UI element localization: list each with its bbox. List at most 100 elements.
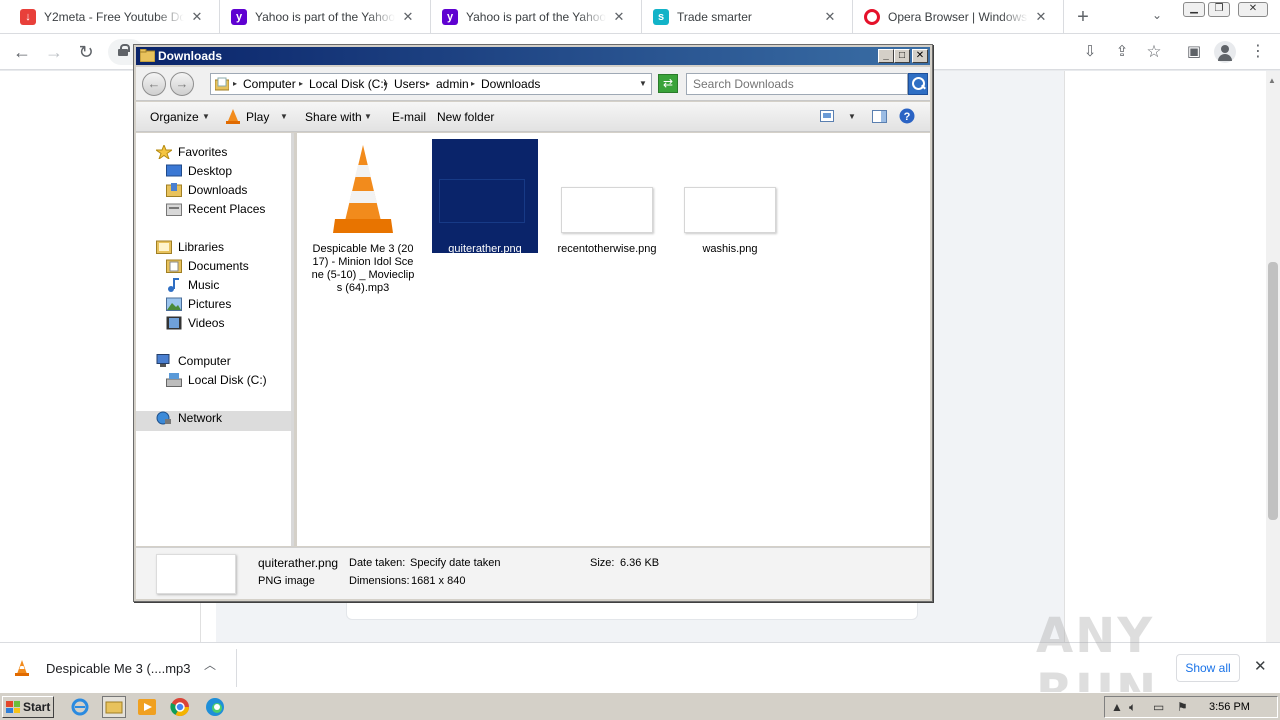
side-panel-icon[interactable]: ▣ bbox=[1182, 40, 1206, 64]
dropdown-arrow-icon[interactable]: ▼ bbox=[280, 112, 288, 121]
forward-nav-button[interactable]: → bbox=[170, 72, 194, 96]
dropdown-arrow-icon[interactable]: ▼ bbox=[364, 112, 372, 121]
dropdown-arrow-icon[interactable]: ▼ bbox=[848, 112, 856, 121]
close-tab-icon[interactable]: ✕ bbox=[401, 9, 415, 25]
file-item-mp3[interactable]: Despicable Me 3 (2017) - Minion Idol Sce… bbox=[311, 139, 415, 294]
folder-icon bbox=[140, 49, 155, 62]
tab-yahoo-2[interactable]: y Yahoo is part of the Yahoo family of b… bbox=[422, 0, 642, 34]
network-status-icon[interactable]: ▭ bbox=[1153, 700, 1164, 714]
tab-y2meta[interactable]: ↓ Y2meta - Free Youtube Downloader ✕ bbox=[0, 0, 220, 34]
maximize-window-button[interactable]: □ bbox=[894, 49, 910, 63]
date-taken-value[interactable]: Specify date taken bbox=[410, 557, 501, 569]
nav-pictures[interactable]: Pictures bbox=[166, 295, 231, 313]
breadcrumb-local-disk[interactable]: Local Disk (C:) bbox=[309, 77, 388, 91]
chevron-right-icon[interactable]: ▸ bbox=[384, 77, 388, 91]
internet-explorer-icon[interactable] bbox=[70, 697, 90, 717]
action-center-flag-icon[interactable]: ⚑ bbox=[1177, 700, 1188, 714]
search-input[interactable] bbox=[686, 73, 908, 95]
menu-kebab-icon[interactable]: ⋮ bbox=[1246, 40, 1270, 64]
nav-recent-places[interactable]: Recent Places bbox=[166, 200, 265, 218]
chevron-right-icon[interactable]: ▸ bbox=[299, 77, 303, 91]
tab-search-chevron-icon[interactable]: ⌄ bbox=[1152, 8, 1162, 22]
dropdown-arrow-icon[interactable]: ▼ bbox=[202, 112, 210, 121]
close-tab-icon[interactable]: ✕ bbox=[1034, 9, 1048, 25]
breadcrumb-computer[interactable]: Computer bbox=[243, 77, 296, 91]
bookmark-star-icon[interactable]: ☆ bbox=[1142, 40, 1166, 64]
chrome-icon[interactable] bbox=[170, 697, 190, 717]
organize-button[interactable]: Organize bbox=[150, 110, 199, 124]
search-icon[interactable] bbox=[908, 73, 928, 95]
trade-icon: s bbox=[653, 9, 669, 25]
nav-desktop[interactable]: Desktop bbox=[166, 162, 232, 180]
forward-arrow-icon[interactable]: → bbox=[42, 40, 66, 64]
file-item-recentotherwise[interactable]: recentotherwise.png bbox=[555, 139, 659, 269]
edge-icon[interactable] bbox=[205, 697, 225, 717]
chevron-right-icon[interactable]: ▸ bbox=[233, 77, 237, 91]
nav-computer[interactable]: Computer bbox=[156, 352, 231, 370]
breadcrumb-downloads[interactable]: Downloads bbox=[481, 77, 540, 91]
file-item-quiterather[interactable]: quiterather.png bbox=[433, 139, 537, 255]
nav-documents[interactable]: Documents bbox=[166, 257, 249, 275]
minimize-browser-button[interactable]: ▁ bbox=[1183, 2, 1205, 17]
play-button[interactable]: Play bbox=[246, 110, 269, 124]
profile-avatar-icon[interactable] bbox=[1214, 41, 1236, 63]
nav-downloads[interactable]: Downloads bbox=[166, 181, 247, 199]
scroll-up-arrow-icon[interactable]: ▲ bbox=[1268, 76, 1276, 85]
nav-label: Downloads bbox=[188, 183, 248, 197]
back-arrow-icon[interactable]: ← bbox=[10, 40, 34, 64]
close-tab-icon[interactable]: ✕ bbox=[823, 9, 837, 25]
minimize-window-button[interactable]: _ bbox=[878, 49, 894, 63]
vlc-cone-icon bbox=[15, 660, 29, 676]
email-button[interactable]: E-mail bbox=[392, 110, 426, 124]
image-thumbnail bbox=[561, 187, 653, 233]
chevron-up-icon[interactable]: ︿ bbox=[204, 656, 216, 673]
tab-trade-smarter[interactable]: s Trade smarter ✕ bbox=[633, 0, 853, 34]
documents-icon bbox=[166, 259, 182, 273]
libraries-icon bbox=[156, 240, 172, 254]
file-explorer-icon[interactable] bbox=[102, 696, 126, 718]
chevron-right-icon[interactable]: ▸ bbox=[426, 77, 430, 91]
close-tab-icon[interactable]: ✕ bbox=[190, 9, 204, 25]
tab-opera[interactable]: Opera Browser | Windows, Mac ✕ bbox=[844, 0, 1064, 34]
reload-icon[interactable]: ↻ bbox=[74, 40, 98, 64]
restore-browser-button[interactable]: ❐ bbox=[1208, 2, 1230, 17]
download-item[interactable]: Despicable Me 3 (....mp3 bbox=[14, 657, 191, 679]
close-window-button[interactable]: ✕ bbox=[912, 49, 928, 63]
scrollbar-thumb[interactable] bbox=[1268, 262, 1278, 520]
share-icon[interactable]: ⇪ bbox=[1110, 40, 1134, 64]
tab-yahoo-1[interactable]: y Yahoo is part of the Yahoo family of b… bbox=[211, 0, 431, 34]
change-view-icon[interactable] bbox=[820, 110, 834, 122]
breadcrumb-admin[interactable]: admin bbox=[436, 77, 469, 91]
close-tab-icon[interactable]: ✕ bbox=[612, 9, 626, 25]
start-button[interactable]: Start bbox=[2, 696, 54, 718]
refresh-button[interactable]: ⇄ bbox=[658, 74, 678, 93]
breadcrumb-users[interactable]: Users bbox=[394, 77, 425, 91]
nav-music[interactable]: Music bbox=[166, 276, 219, 294]
chevron-right-icon[interactable]: ▸ bbox=[471, 77, 475, 91]
file-item-washis[interactable]: washis.png bbox=[678, 139, 782, 259]
download-filename: Despicable Me 3 (....mp3 bbox=[46, 660, 191, 676]
tray-expand-arrow-icon[interactable]: ▲ bbox=[1111, 700, 1123, 714]
preview-pane-icon[interactable] bbox=[872, 110, 887, 123]
nav-libraries[interactable]: Libraries bbox=[156, 238, 224, 256]
volume-icon[interactable]: 🔈︎ bbox=[1129, 700, 1136, 715]
new-folder-button[interactable]: New folder bbox=[437, 110, 494, 124]
new-tab-button[interactable]: + bbox=[1072, 6, 1094, 28]
nav-favorites[interactable]: Favorites bbox=[154, 143, 227, 161]
back-nav-button[interactable]: ← bbox=[142, 72, 166, 96]
install-app-icon[interactable]: ⇩ bbox=[1078, 40, 1102, 64]
explorer-address-bar[interactable]: ▸ Computer ▸ Local Disk (C:) ▸ Users ▸ a… bbox=[210, 73, 652, 95]
window-titlebar[interactable]: Downloads _ □ ✕ bbox=[136, 47, 930, 65]
nav-network[interactable]: Network bbox=[156, 409, 222, 427]
tab-title: Yahoo is part of the Yahoo family of bra… bbox=[466, 10, 606, 24]
share-with-button[interactable]: Share with bbox=[305, 110, 362, 124]
help-icon[interactable]: ? bbox=[899, 108, 915, 124]
nav-videos[interactable]: Videos bbox=[166, 314, 224, 332]
nav-label: Videos bbox=[188, 316, 225, 330]
media-player-icon[interactable] bbox=[137, 697, 157, 717]
dropdown-arrow-icon[interactable]: ▼ bbox=[639, 77, 647, 91]
opera-icon bbox=[864, 9, 880, 25]
divider bbox=[236, 649, 237, 687]
close-browser-button[interactable]: ✕ bbox=[1238, 2, 1268, 17]
nav-local-disk[interactable]: Local Disk (C:) bbox=[166, 371, 267, 389]
